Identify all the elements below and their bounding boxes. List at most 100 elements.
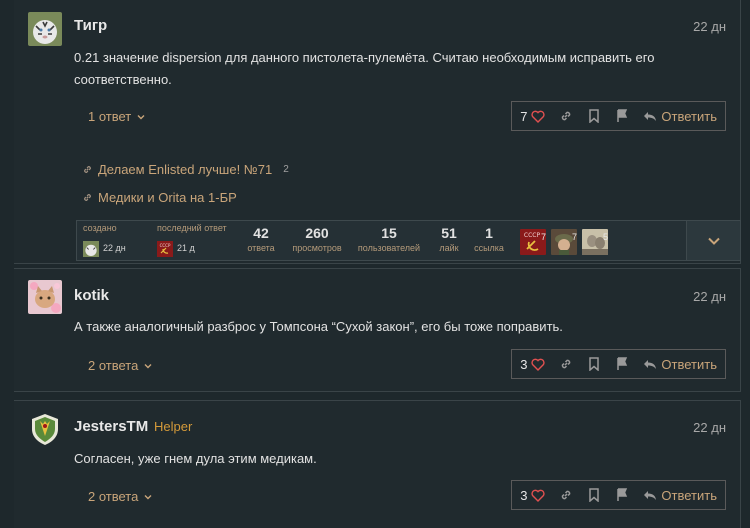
reply-icon bbox=[644, 112, 657, 121]
post-actions: 3 Ответить bbox=[511, 480, 726, 510]
like-button[interactable]: 3 bbox=[520, 357, 545, 372]
username[interactable]: JestersTM bbox=[74, 418, 148, 435]
stat-label: лайк bbox=[439, 243, 459, 253]
flag-icon bbox=[617, 357, 628, 370]
stat-number: 51 bbox=[441, 225, 457, 241]
like-button[interactable]: 7 bbox=[520, 109, 545, 124]
last-reply-time: 21 д bbox=[177, 243, 195, 253]
linked-topic[interactable]: Медики и Orita на 1-БР bbox=[82, 190, 237, 205]
post-date[interactable]: 22 дн bbox=[693, 420, 726, 435]
chevron-down-icon bbox=[707, 237, 720, 245]
username[interactable]: Тигр bbox=[74, 17, 107, 34]
avatar-kotik[interactable] bbox=[28, 280, 62, 314]
post-body: 0.21 значение dispersion для данного пис… bbox=[74, 50, 655, 87]
replies-toggle[interactable]: 1 ответ bbox=[88, 109, 146, 124]
reply-button[interactable]: Ответить bbox=[643, 488, 717, 503]
link-icon bbox=[562, 359, 571, 369]
post-actions: 3 Ответить bbox=[511, 349, 726, 379]
replies-label: 1 ответ bbox=[88, 109, 132, 124]
heart-icon bbox=[531, 489, 545, 502]
stat-number: 1 bbox=[485, 225, 493, 241]
post-body: А также аналогичный разброс у Томпсона “… bbox=[74, 319, 563, 334]
bookmark-icon bbox=[589, 488, 600, 502]
reply-label: Ответить bbox=[661, 356, 717, 372]
created-avatar[interactable] bbox=[83, 241, 99, 257]
stat-users: 15 пользователей bbox=[353, 225, 425, 254]
replies-label: 2 ответа bbox=[88, 358, 139, 373]
reply-button[interactable]: Ответить bbox=[643, 357, 717, 372]
participant-avatar[interactable]: 7 bbox=[551, 229, 577, 255]
stat-views: 260 просмотров bbox=[287, 225, 347, 254]
link-icon bbox=[84, 166, 91, 173]
stat-label: просмотров bbox=[292, 243, 342, 253]
flag-button[interactable] bbox=[615, 488, 629, 502]
stat-number: 15 bbox=[381, 225, 397, 241]
post-kotik: kotik 22 дн А также аналогичный разброс … bbox=[14, 268, 741, 392]
svg-text:CCCP: CCCP bbox=[524, 232, 541, 239]
last-reply-label: последний ответ bbox=[157, 223, 227, 233]
participant-avatar[interactable]: CCCP 7 bbox=[520, 229, 546, 255]
svg-text:CCCP: CCCP bbox=[160, 243, 171, 248]
created-label: создано bbox=[83, 223, 117, 233]
heart-icon bbox=[531, 110, 545, 123]
share-link-button[interactable] bbox=[559, 357, 573, 371]
chevron-down-icon bbox=[137, 114, 145, 119]
link-icon bbox=[84, 194, 91, 201]
reply-label: Ответить bbox=[661, 108, 717, 124]
last-reply-avatar[interactable]: CCCP bbox=[157, 241, 173, 257]
post-tigr: Тигр 22 дн 0.21 значение dispersion для … bbox=[14, 0, 741, 264]
replies-toggle[interactable]: 2 ответа bbox=[88, 358, 153, 373]
linked-topic-count: 2 bbox=[283, 164, 289, 175]
bookmark-button[interactable] bbox=[587, 357, 601, 371]
stat-label: ответа bbox=[247, 243, 275, 253]
stat-number: 260 bbox=[305, 225, 329, 241]
stat-label: пользователей bbox=[357, 243, 421, 253]
topic-summary: создано 22 дн последний ответ CCCP 21 д … bbox=[76, 220, 741, 261]
participant-avatar[interactable]: 5 bbox=[582, 229, 608, 255]
replies-label: 2 ответа bbox=[88, 489, 139, 504]
stat-replies: 42 ответа bbox=[239, 225, 283, 254]
reply-icon bbox=[644, 360, 657, 369]
avatar-jesterstm[interactable] bbox=[28, 412, 62, 446]
bookmark-icon bbox=[589, 357, 600, 371]
linked-topic-title: Медики и Orita на 1-БР bbox=[98, 190, 237, 205]
stat-label: ссылка bbox=[474, 243, 504, 253]
heart-icon bbox=[531, 358, 545, 371]
reply-icon bbox=[644, 491, 657, 500]
expand-summary-button[interactable] bbox=[686, 221, 740, 260]
like-count: 3 bbox=[520, 487, 528, 503]
like-count: 7 bbox=[520, 108, 528, 124]
share-link-button[interactable] bbox=[559, 109, 573, 123]
link-icon bbox=[562, 490, 571, 500]
stat-links: 1 ссылка bbox=[471, 225, 507, 254]
stat-number: 42 bbox=[253, 225, 269, 241]
linked-topic[interactable]: Делаем Enlisted лучше! №71 2 bbox=[82, 162, 289, 177]
bookmark-icon bbox=[589, 109, 600, 123]
created-time: 22 дн bbox=[103, 243, 126, 253]
flag-icon bbox=[617, 488, 628, 501]
share-link-button[interactable] bbox=[559, 488, 573, 502]
username[interactable]: kotik bbox=[74, 287, 109, 304]
reply-button[interactable]: Ответить bbox=[643, 109, 717, 124]
participant-count: 7 bbox=[540, 232, 546, 242]
bookmark-button[interactable] bbox=[587, 488, 601, 502]
post-actions: 7 Ответить bbox=[511, 101, 726, 131]
chevron-down-icon bbox=[144, 494, 152, 499]
post-date[interactable]: 22 дн bbox=[693, 19, 726, 34]
like-count: 3 bbox=[520, 356, 528, 372]
user-title-badge: Helper bbox=[154, 419, 193, 434]
like-button[interactable]: 3 bbox=[520, 488, 545, 503]
flag-button[interactable] bbox=[615, 109, 629, 123]
flag-icon bbox=[617, 109, 628, 122]
post-jesterstm: JestersTM Helper 22 дн Согласен, уже гне… bbox=[14, 400, 741, 528]
stat-likes: 51 лайк bbox=[431, 225, 467, 254]
link-icon bbox=[562, 111, 571, 121]
participant-count: 7 bbox=[571, 232, 577, 242]
post-date[interactable]: 22 дн bbox=[693, 289, 726, 304]
reply-label: Ответить bbox=[661, 487, 717, 503]
flag-button[interactable] bbox=[615, 357, 629, 371]
participant-count: 5 bbox=[602, 232, 608, 242]
avatar-tigr[interactable] bbox=[28, 12, 62, 46]
replies-toggle[interactable]: 2 ответа bbox=[88, 489, 153, 504]
bookmark-button[interactable] bbox=[587, 109, 601, 123]
